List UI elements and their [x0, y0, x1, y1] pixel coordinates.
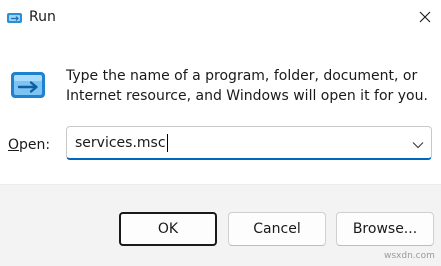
description-text: Type the name of a program, folder, docu…	[66, 66, 428, 106]
description-line: Type the name of a program, folder, docu…	[66, 68, 418, 84]
open-input-value: services.msc	[75, 135, 166, 151]
open-combobox[interactable]: services.msc	[66, 126, 432, 160]
close-icon	[419, 8, 431, 27]
ok-button[interactable]: OK	[119, 212, 217, 246]
window-title: Run	[29, 9, 56, 25]
dropdown-button[interactable]	[411, 136, 425, 150]
cancel-button[interactable]: Cancel	[228, 212, 326, 246]
open-label: Open:	[8, 136, 50, 154]
chevron-down-icon	[412, 134, 424, 153]
open-label-mnemonic: O	[8, 137, 20, 153]
close-button[interactable]	[411, 4, 439, 30]
text-caret	[166, 134, 168, 152]
title-bar[interactable]: Run	[0, 0, 441, 34]
open-label-rest: pen:	[19, 137, 51, 153]
button-bar: OK Cancel Browse...	[0, 184, 441, 266]
open-input[interactable]: services.msc	[75, 134, 168, 152]
run-dialog: Run Type the name of a program, folder, …	[0, 0, 441, 266]
browse-button[interactable]: Browse...	[336, 212, 434, 246]
description-line: Internet resource, and Windows will open…	[66, 88, 428, 104]
run-app-icon	[10, 68, 48, 102]
watermark: wsxdn.com	[384, 251, 435, 261]
run-icon	[6, 9, 24, 27]
